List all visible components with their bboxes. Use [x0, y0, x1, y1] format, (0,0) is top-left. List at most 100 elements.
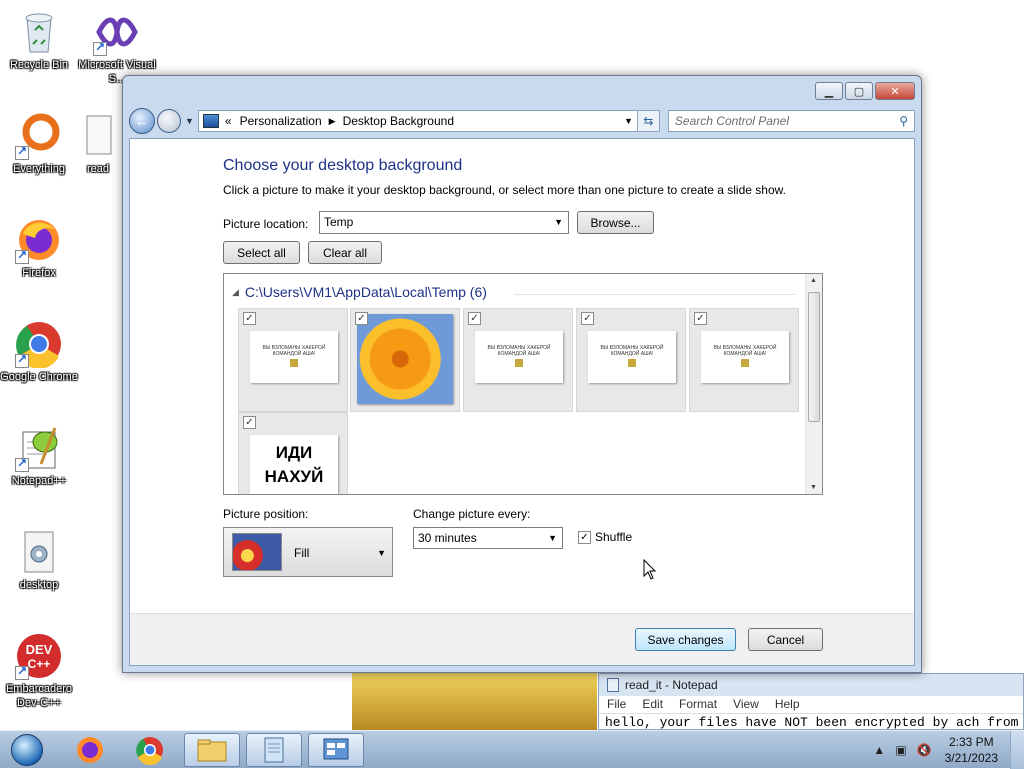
thumbnail-4[interactable]: ✓ ВЫ ВЗЛОМАНЫ ХАКЕРОЙ КОМАНДОЙ АША! — [576, 308, 686, 412]
desktop-icon-dev-cpp[interactable]: DEVC++ Embarcadero Dev-C++ — [0, 632, 78, 710]
scroll-up-icon[interactable]: ▲ — [810, 277, 817, 284]
taskbar-control-panel[interactable] — [308, 733, 364, 767]
group-divider — [514, 294, 796, 295]
thumbnail-checkbox[interactable]: ✓ — [581, 312, 594, 325]
recent-pages-dropdown[interactable]: ▼ — [185, 116, 194, 126]
thumbnail-6[interactable]: ✓ ИДИ НАХУЙ — [238, 412, 348, 494]
desktop-icon-desktop-ini[interactable]: desktop — [0, 528, 78, 592]
desktop-icon-read[interactable]: read — [78, 112, 118, 176]
taskbar-chrome[interactable] — [122, 733, 178, 767]
dev-cpp-icon: DEV C++ — [15, 632, 63, 680]
breadcrumb-personalization[interactable]: Personalization — [240, 114, 322, 128]
thumbnail-checkbox[interactable]: ✓ — [243, 312, 256, 325]
thumbnail-checkbox[interactable]: ✓ — [694, 312, 707, 325]
maximize-button[interactable]: ▢ — [845, 82, 873, 100]
desktop-icon-notepad-plus[interactable]: Notepad++ — [0, 424, 78, 488]
picture-location-value: Temp — [324, 215, 354, 229]
notepad-window[interactable]: read_it - Notepad File Edit Format View … — [598, 673, 1024, 730]
forward-button[interactable]: → — [157, 109, 181, 133]
shortcut-arrow-icon — [15, 664, 29, 680]
taskbar-notepad[interactable] — [246, 733, 302, 767]
desktop-icon-everything[interactable]: Everything — [0, 112, 78, 176]
breadcrumb-desktop-background[interactable]: Desktop Background — [343, 114, 454, 128]
minimize-button[interactable]: ▁ — [815, 82, 843, 100]
ransom-note-image: ВЫ ВЗЛОМАНЫ ХАКЕРОЙ КОМАНДОЙ АША! — [588, 331, 676, 383]
collapse-icon[interactable]: ◢ — [232, 287, 239, 298]
menu-file[interactable]: File — [607, 697, 626, 712]
windows-logo-icon — [11, 734, 43, 766]
window-controls: ▁ ▢ ✕ — [815, 82, 915, 100]
address-bar[interactable]: « Personalization ▶ Desktop Background ▼ — [197, 110, 638, 132]
sponge-image-icon — [741, 359, 749, 367]
select-all-button[interactable]: Select all — [223, 241, 300, 264]
picture-location-select[interactable]: Temp ▼ — [319, 211, 569, 234]
desktop-icon-label: Google Chrome — [0, 371, 78, 383]
back-button[interactable]: ← — [129, 108, 155, 134]
show-desktop-button[interactable] — [1010, 731, 1024, 769]
close-button[interactable]: ✕ — [875, 82, 915, 100]
picture-position-label: Picture position: — [223, 507, 309, 521]
desktop-icon-label: Embarcadero Dev-C++ — [5, 683, 73, 709]
shuffle-checkbox[interactable]: ✓ — [578, 530, 591, 544]
volume-muted-icon[interactable]: 🔇 — [917, 743, 932, 757]
shortcut-arrow-icon — [15, 248, 29, 264]
visual-studio-icon — [93, 8, 141, 56]
thumbnail-2[interactable]: ✓ — [350, 308, 460, 412]
desktop-icon-recycle-bin[interactable]: Recycle Bin — [0, 8, 78, 72]
gallery-scrollbar[interactable]: ▲ ▼ — [805, 274, 822, 494]
notepad-plus-plus-icon — [15, 424, 63, 472]
show-hidden-icons-icon[interactable]: ▲ — [873, 743, 885, 757]
settings-file-icon — [15, 528, 63, 576]
scroll-down-icon[interactable]: ▼ — [810, 484, 817, 491]
desktop-icon-chrome[interactable]: Google Chrome — [0, 320, 78, 384]
thumbnail-3[interactable]: ✓ ВЫ ВЗЛОМАНЫ ХАКЕРОЙ КОМАНДОЙ АША! — [463, 308, 573, 412]
notepad-text-area[interactable]: hello, your files have NOT been encrypte… — [599, 714, 1023, 731]
address-dropdown-icon[interactable]: ▼ — [624, 116, 633, 126]
picture-position-select[interactable]: Fill ▼ — [223, 527, 393, 577]
svg-text:DEV: DEV — [26, 642, 53, 657]
dialog-footer: Save changes Cancel — [130, 613, 914, 665]
thumbnail-checkbox[interactable]: ✓ — [355, 312, 368, 325]
refresh-button[interactable]: ⇆ — [637, 110, 660, 132]
thumbnail-1[interactable]: ✓ ВЫ ВЗЛОМАНЫ ХАКЕРОЙ КОМАНДОЙ АША! — [238, 308, 348, 412]
thumbnail-checkbox[interactable]: ✓ — [468, 312, 481, 325]
notepad-icon — [264, 737, 284, 763]
start-button[interactable] — [2, 732, 52, 768]
network-icon[interactable]: ▣ — [895, 743, 906, 757]
mouse-cursor-icon — [643, 559, 657, 580]
control-panel-icon — [202, 114, 219, 128]
shuffle-option[interactable]: ✓ Shuffle — [578, 530, 632, 544]
menu-view[interactable]: View — [733, 697, 759, 712]
breadcrumb-overflow[interactable]: « — [225, 114, 232, 128]
browse-button[interactable]: Browse... — [577, 211, 654, 234]
thumbnail-checkbox[interactable]: ✓ — [243, 416, 256, 429]
menu-help[interactable]: Help — [775, 697, 800, 712]
menu-edit[interactable]: Edit — [642, 697, 663, 712]
notepad-titlebar[interactable]: read_it - Notepad — [599, 674, 1023, 696]
group-header[interactable]: ◢ C:\Users\VM1\AppData\Local\Temp (6) — [232, 284, 487, 300]
save-changes-button[interactable]: Save changes — [635, 628, 736, 651]
change-picture-select[interactable]: 30 minutes ▼ — [413, 527, 563, 549]
breadcrumb-separator-icon[interactable]: ▶ — [329, 116, 336, 127]
wallpaper-fragment — [352, 673, 597, 730]
search-input[interactable]: Search Control Panel ⚲ — [667, 110, 915, 132]
taskbar-explorer[interactable] — [184, 733, 240, 767]
scrollbar-thumb[interactable] — [808, 292, 820, 422]
clock[interactable]: 2:33 PM 3/21/2023 — [945, 734, 998, 766]
clear-all-button[interactable]: Clear all — [308, 241, 382, 264]
menu-format[interactable]: Format — [679, 697, 717, 712]
picture-gallery[interactable]: ◢ C:\Users\VM1\AppData\Local\Temp (6) ✓ … — [223, 273, 823, 495]
search-icon[interactable]: ⚲ — [899, 114, 908, 128]
shuffle-label: Shuffle — [595, 530, 633, 544]
desktop-icon-label: desktop — [19, 579, 59, 591]
search-placeholder: Search Control Panel — [674, 114, 789, 128]
cancel-button[interactable]: Cancel — [748, 628, 823, 651]
desktop-icon-label: Notepad++ — [11, 475, 67, 487]
desktop-icon-label: Everything — [13, 163, 65, 175]
thumbnail-5[interactable]: ✓ ВЫ ВЗЛОМАНЫ ХАКЕРОЙ КОМАНДОЙ АША! — [689, 308, 799, 412]
page-description: Click a picture to make it your desktop … — [223, 183, 786, 197]
position-preview-image — [232, 533, 282, 571]
taskbar-firefox[interactable] — [62, 733, 118, 767]
desktop-icon-firefox[interactable]: Firefox — [0, 216, 78, 280]
chevron-down-icon: ▼ — [554, 217, 563, 227]
